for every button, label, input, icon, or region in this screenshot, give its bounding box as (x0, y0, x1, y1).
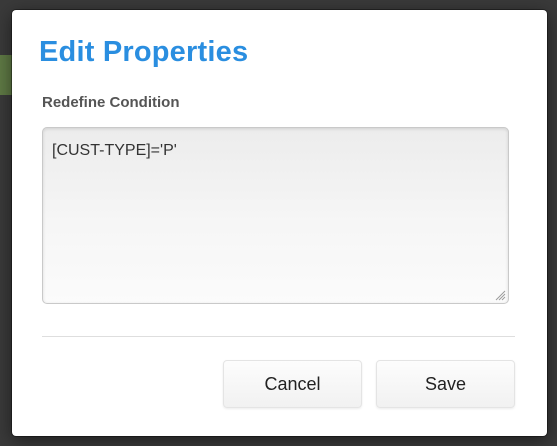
save-button[interactable]: Save (376, 360, 515, 408)
redefine-condition-label: Redefine Condition (42, 94, 180, 111)
background-page-fragment (0, 55, 12, 95)
footer-divider (42, 336, 515, 337)
resize-grip-icon[interactable] (494, 289, 506, 301)
redefine-condition-value[interactable]: [CUST-TYPE]='P' (52, 142, 177, 160)
edit-properties-dialog: Edit Properties Redefine Condition [CUST… (12, 10, 547, 436)
cancel-button[interactable]: Cancel (223, 360, 362, 408)
redefine-condition-textarea[interactable]: [CUST-TYPE]='P' (42, 127, 509, 304)
dialog-title: Edit Properties (39, 36, 249, 68)
